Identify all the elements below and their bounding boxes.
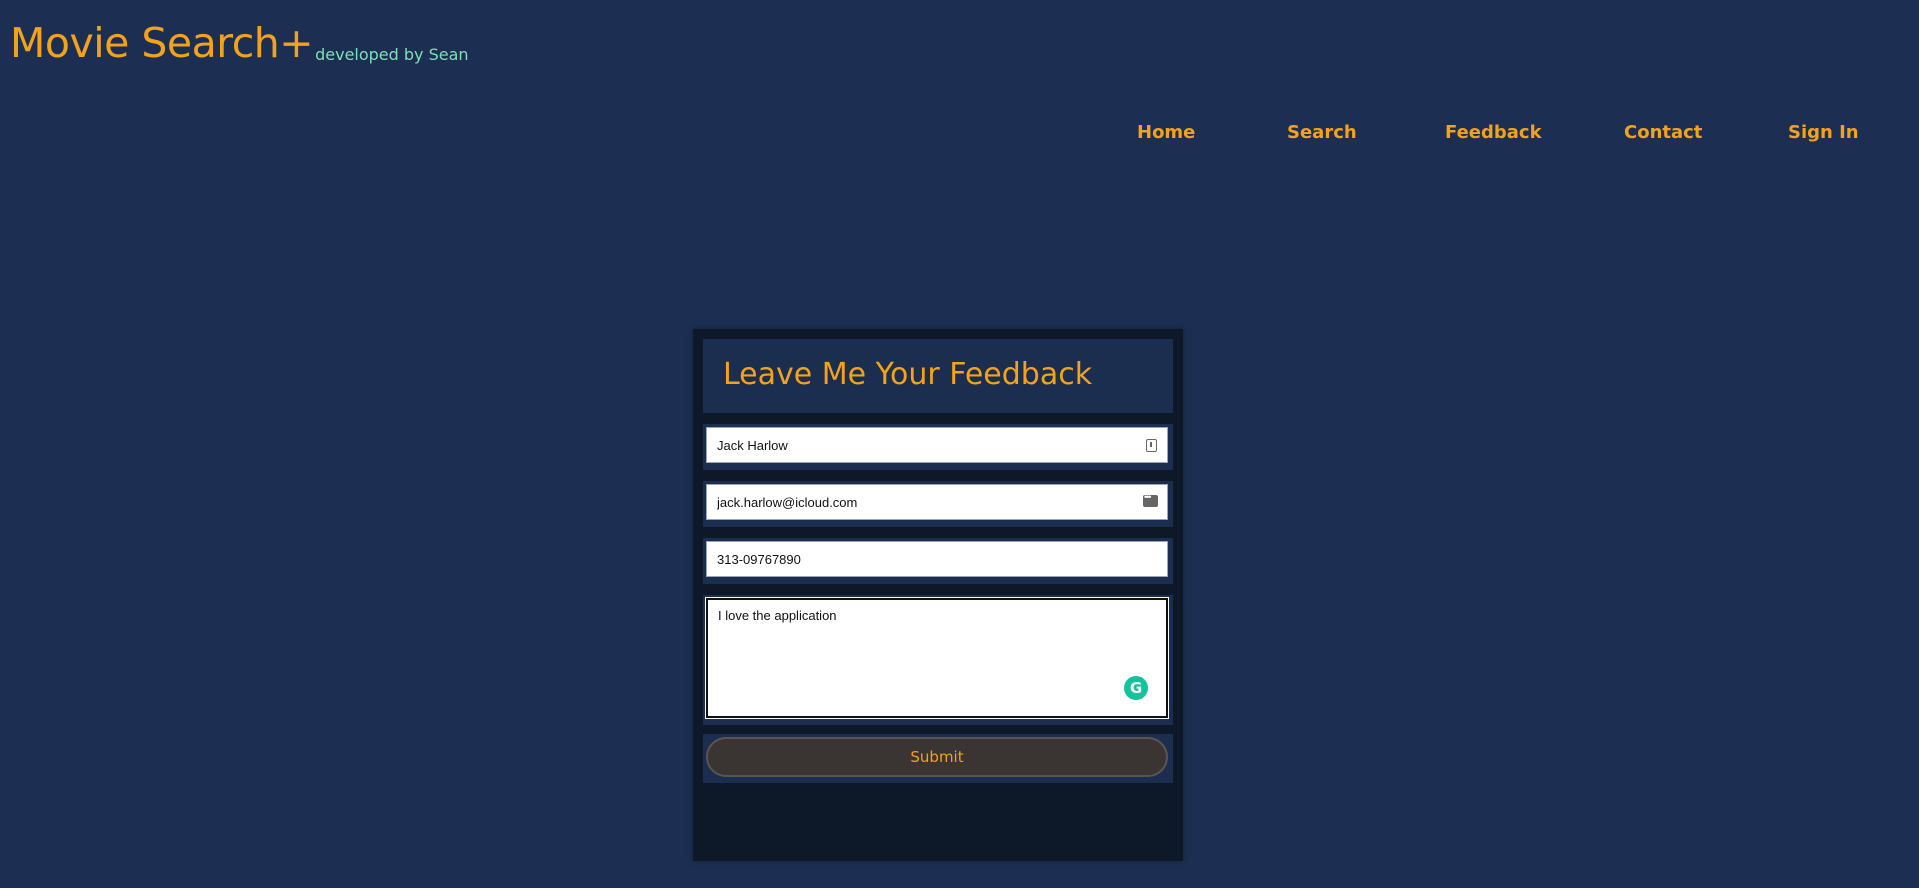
submit-wrapper: Submit	[703, 734, 1173, 783]
nav-home[interactable]: Home	[1137, 122, 1195, 143]
phone-field[interactable]	[706, 541, 1168, 577]
submit-button[interactable]: Submit	[706, 737, 1168, 777]
site-header: Movie Search+ developed by Sean	[10, 20, 469, 66]
nav-contact[interactable]: Contact	[1624, 122, 1702, 143]
email-input[interactable]	[717, 485, 1117, 519]
site-title: Movie Search+	[10, 19, 314, 67]
contact-card-icon[interactable]	[1146, 439, 1157, 452]
message-field[interactable]: I love the application G	[706, 598, 1168, 718]
site-subtitle: developed by Sean	[315, 45, 469, 64]
name-input[interactable]	[717, 428, 1117, 462]
phone-input[interactable]	[717, 542, 1117, 576]
name-field-wrapper	[703, 424, 1173, 470]
phone-field-wrapper	[703, 538, 1173, 584]
nav-sign-in[interactable]: Sign In	[1788, 122, 1859, 143]
email-field-wrapper	[703, 481, 1173, 527]
nav-search[interactable]: Search	[1287, 122, 1357, 143]
email-field[interactable]	[706, 484, 1168, 520]
name-field[interactable]	[706, 427, 1168, 463]
feedback-card-header: Leave Me Your Feedback	[703, 339, 1173, 413]
nav-feedback[interactable]: Feedback	[1445, 122, 1542, 143]
feedback-title: Leave Me Your Feedback	[723, 357, 1093, 392]
autofill-icon[interactable]	[1143, 492, 1158, 507]
grammarly-icon[interactable]: G	[1124, 676, 1148, 700]
feedback-card: Leave Me Your Feedback I love the applic…	[693, 329, 1183, 861]
message-textarea[interactable]: I love the application	[718, 608, 1148, 708]
message-field-wrapper: I love the application G	[703, 595, 1173, 725]
